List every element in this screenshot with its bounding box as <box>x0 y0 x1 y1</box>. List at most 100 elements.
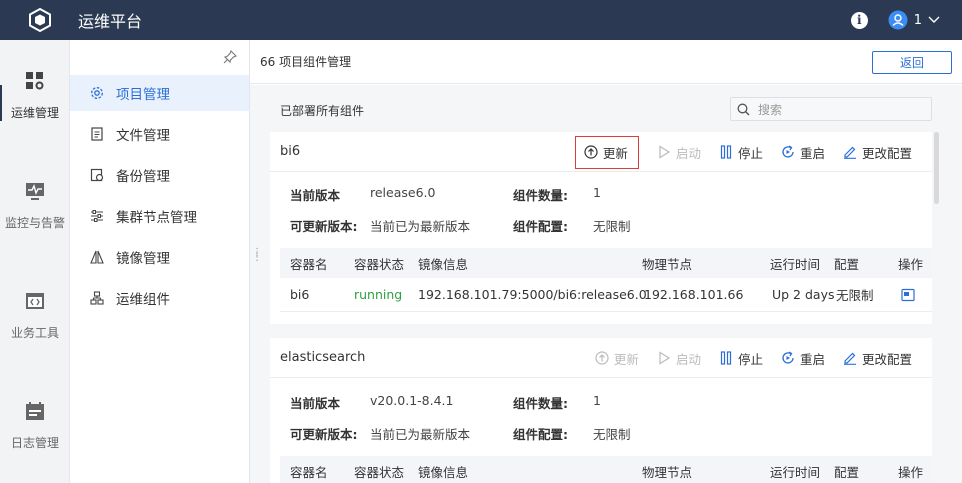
rail-label: 业务工具 <box>10 325 59 340</box>
updatable-version-label: 可更新版本: <box>290 219 358 234</box>
search-input[interactable]: 搜索 <box>730 97 932 121</box>
col-container: 容器名 <box>290 256 328 272</box>
user-avatar-icon[interactable] <box>888 10 908 30</box>
card-header: bi6 更新 启动 停止 重启 更改配置 <box>270 132 932 172</box>
upload-circle-icon <box>584 145 598 159</box>
updatable-version-value: 当前已为最新版本 <box>370 427 471 442</box>
col-node: 物理节点 <box>642 256 693 272</box>
app-title: 运维平台 <box>78 12 143 31</box>
main-nav-rail: 运维管理 监控与告警 业务工具 日志管理 <box>0 40 70 483</box>
top-bar: 运维平台 i 1 <box>0 0 962 40</box>
file-icon <box>90 127 104 141</box>
app-logo-icon[interactable] <box>26 6 54 34</box>
info-row-version: 当前版本 v20.0.1-8.4.1 组件数量: 1 <box>290 393 601 412</box>
card-header: elasticsearch 更新 启动 停止 重启 更改配置 <box>270 338 932 378</box>
stop-button[interactable]: 停止 <box>719 347 763 369</box>
container-table: 容器名 容器状态 镜像信息 物理节点 运行时间 配置 操作 <box>280 456 932 483</box>
subnav-item-files[interactable]: 文件管理 <box>70 116 249 152</box>
subnav-label: 项目管理 <box>116 87 170 103</box>
search-icon <box>737 103 750 115</box>
subnav-label: 运维组件 <box>116 292 170 308</box>
restart-button[interactable]: 重启 <box>781 141 825 163</box>
col-ops: 操作 <box>898 256 924 272</box>
info-icon[interactable]: i <box>850 11 868 29</box>
upload-circle-icon <box>595 351 609 365</box>
pin-icon[interactable] <box>223 50 237 64</box>
terminal-icon[interactable] <box>901 278 915 311</box>
subnav-item-projects[interactable]: 项目管理 <box>70 75 249 111</box>
subnav-item-backup[interactable]: 备份管理 <box>70 157 249 193</box>
component-card: elasticsearch 更新 启动 停止 重启 更改配置 当前版本 v20.… <box>270 338 932 483</box>
rail-label: 日志管理 <box>10 435 59 450</box>
col-node: 物理节点 <box>642 464 693 480</box>
update-label: 更新 <box>613 351 639 367</box>
restart-button[interactable]: 重启 <box>781 347 825 369</box>
col-container: 容器名 <box>290 464 328 480</box>
col-ops: 操作 <box>898 464 924 480</box>
col-status: 容器状态 <box>354 256 405 272</box>
cell-uptime: Up 2 days <box>772 287 835 302</box>
start-button[interactable]: 启动 <box>657 347 701 369</box>
info-row-updatable: 可更新版本: 当前已为最新版本 组件配置: 无限制 <box>290 216 631 235</box>
cell-container: bi6 <box>290 287 310 302</box>
component-count-label: 组件数量: <box>513 396 568 411</box>
component-count-value: 1 <box>593 185 601 200</box>
restart-label: 重启 <box>799 351 825 367</box>
components-icon <box>90 291 104 305</box>
component-config-label: 组件配置: <box>513 427 568 442</box>
component-config-label: 组件配置: <box>513 219 568 234</box>
chevron-down-icon[interactable] <box>928 14 940 26</box>
col-image: 镜像信息 <box>418 256 469 272</box>
col-uptime: 运行时间 <box>770 464 821 480</box>
rail-item-logs[interactable]: 日志管理 <box>0 370 70 480</box>
gear-icon <box>90 86 104 100</box>
calendar-log-icon <box>26 401 44 420</box>
resize-handle-icon[interactable]: ⋮ ⋮ <box>252 248 262 266</box>
restart-icon <box>781 351 795 365</box>
subnav-label: 备份管理 <box>116 169 170 185</box>
change-config-button[interactable]: 更改配置 <box>843 347 912 369</box>
current-version-label: 当前版本 <box>290 188 341 203</box>
update-button[interactable]: 更新 <box>574 135 639 169</box>
back-button[interactable]: 返回 <box>872 51 952 74</box>
update-button[interactable]: 更新 <box>595 347 639 369</box>
current-version-label: 当前版本 <box>290 396 341 411</box>
sliders-icon <box>90 209 104 223</box>
play-icon <box>657 145 671 159</box>
search-placeholder: 搜索 <box>758 102 783 117</box>
grid-settings-icon <box>26 71 44 89</box>
component-config-value: 无限制 <box>593 427 631 442</box>
cell-node: 192.168.101.66 <box>644 287 744 302</box>
section-title: 已部署所有组件 <box>280 104 365 118</box>
start-label: 启动 <box>675 145 701 161</box>
start-button[interactable]: 启动 <box>657 141 701 163</box>
user-name[interactable]: 1 <box>914 13 922 28</box>
subnav-item-images[interactable]: 镜像管理 <box>70 239 249 275</box>
rail-item-monitor[interactable]: 监控与告警 <box>0 150 70 260</box>
col-uptime: 运行时间 <box>770 256 821 272</box>
col-config: 配置 <box>834 256 860 272</box>
code-window-icon <box>26 292 44 309</box>
restart-icon <box>781 145 795 159</box>
component-name: bi6 <box>280 144 301 159</box>
table-row: bi6 running 192.168.101.79:5000/bi6:rele… <box>280 278 932 312</box>
stop-label: 停止 <box>737 145 763 161</box>
updatable-version-value: 当前已为最新版本 <box>370 219 471 234</box>
backup-icon <box>90 168 104 182</box>
cell-image: 192.168.101.79:5000/bi6:release6.0 <box>418 287 647 302</box>
rail-item-ops[interactable]: 运维管理 <box>0 40 70 150</box>
change-config-button[interactable]: 更改配置 <box>843 141 912 163</box>
subnav-label: 镜像管理 <box>116 251 170 267</box>
rail-item-tools[interactable]: 业务工具 <box>0 260 70 370</box>
stop-button[interactable]: 停止 <box>719 141 763 163</box>
rail-label: 运维管理 <box>10 105 59 120</box>
subnav-item-components[interactable]: 运维组件 <box>70 280 249 316</box>
table-header: 容器名 容器状态 镜像信息 物理节点 运行时间 配置 操作 <box>280 456 932 483</box>
stop-label: 停止 <box>737 351 763 367</box>
monitor-icon <box>26 182 44 200</box>
subnav-item-cluster[interactable]: 集群节点管理 <box>70 198 249 234</box>
subnav-label: 集群节点管理 <box>116 210 197 226</box>
col-config: 配置 <box>834 464 860 480</box>
scrollbar[interactable] <box>934 132 939 204</box>
col-image: 镜像信息 <box>418 464 469 480</box>
